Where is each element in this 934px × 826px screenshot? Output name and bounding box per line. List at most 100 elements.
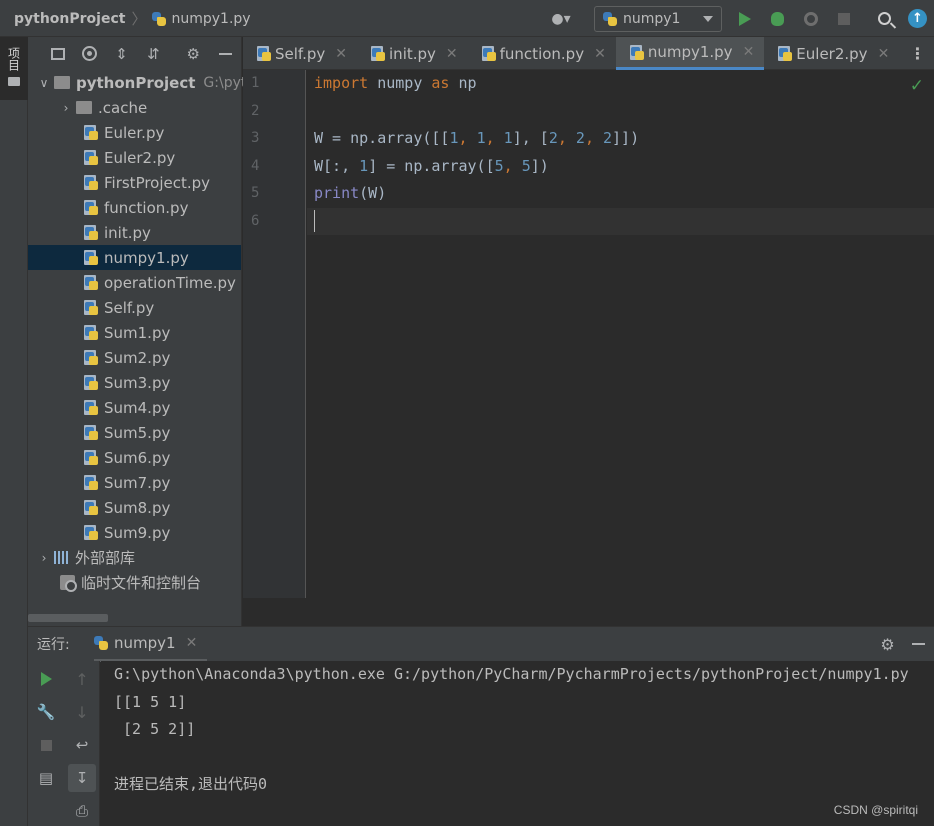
number-token: 2 <box>548 129 558 147</box>
editor-tab-label: Euler2.py <box>796 44 868 63</box>
horizontal-scrollbar[interactable] <box>28 614 108 622</box>
locate-file-button[interactable] <box>74 37 106 70</box>
layout-button[interactable]: ▤ <box>32 764 60 792</box>
code-editor[interactable]: import numpy as np W = np.array([[1, 1, … <box>307 70 934 598</box>
tree-file-item[interactable]: Sum8.py <box>28 495 241 520</box>
chevron-down-icon[interactable]: ∨ <box>34 76 54 90</box>
python-icon <box>603 11 617 26</box>
run-toolbar-col-2: ↑ ↓ ↩ ↧ ⎙ <box>64 665 100 826</box>
breadcrumb-file[interactable]: numpy1.py <box>152 11 251 27</box>
python-file-icon <box>84 475 98 490</box>
soft-wrap-button[interactable]: ↩ <box>68 731 96 759</box>
tree-file-item[interactable]: Sum6.py <box>28 445 241 470</box>
editor-tab[interactable]: init.py ✕ <box>357 37 468 70</box>
tree-file-item[interactable]: operationTime.py <box>28 270 241 295</box>
tree-file-item[interactable]: Sum9.py <box>28 520 241 545</box>
update-icon: ↑ <box>908 9 927 28</box>
print-button[interactable]: ⎙ <box>68 797 96 825</box>
more-tabs-icon[interactable]: ⋮ <box>901 37 934 69</box>
line-number: 5 <box>251 185 260 201</box>
editor-tab[interactable]: numpy1.py ✕ <box>615 37 765 70</box>
close-icon[interactable]: ✕ <box>743 44 755 60</box>
root-name: pythonProject <box>76 73 196 92</box>
tree-scratches[interactable]: 临时文件和控制台 <box>28 570 241 595</box>
collapse-all-button[interactable]: ⇵ <box>137 37 169 70</box>
stop-button[interactable] <box>827 0 860 37</box>
tree-file-item[interactable]: Sum7.py <box>28 470 241 495</box>
number-token: 1 <box>476 129 486 147</box>
python-file-icon <box>84 250 98 265</box>
python-icon <box>94 635 108 650</box>
tree-file-item[interactable]: numpy1.py <box>28 245 241 270</box>
search-button[interactable] <box>868 0 901 37</box>
tree-file-item[interactable]: function.py <box>28 195 241 220</box>
keyword-token: as <box>431 74 450 92</box>
tree-file-item[interactable]: FirstProject.py <box>28 170 241 195</box>
chevron-right-icon[interactable]: › <box>34 551 54 565</box>
toolbar-right: ●▾ numpy1 ↑ <box>542 0 934 37</box>
run-button[interactable] <box>728 0 761 37</box>
code-token: W[:, <box>314 156 360 175</box>
close-icon[interactable]: ✕ <box>446 46 458 62</box>
tree-file-item[interactable]: Sum2.py <box>28 345 241 370</box>
tree-file-item[interactable]: Sum3.py <box>28 370 241 395</box>
project-tool-tab[interactable]: 项目 <box>0 37 28 100</box>
expand-all-button[interactable]: ⇕ <box>106 37 138 70</box>
console-output-line: 进程已结束,退出代码0 <box>114 775 268 793</box>
no-problems-check-icon[interactable]: ✓ <box>910 76 924 96</box>
gear-icon: ⚙ <box>186 44 200 63</box>
user-icon[interactable]: ●▾ <box>542 0 580 37</box>
run-tab-label: numpy1 <box>114 633 176 652</box>
code-token: ] = np.array([ <box>368 156 495 175</box>
close-icon[interactable]: ✕ <box>186 635 198 651</box>
rerun-button[interactable] <box>32 665 60 693</box>
number-token: 2 <box>603 129 613 147</box>
tree-file-item[interactable]: init.py <box>28 220 241 245</box>
tree-file-item[interactable]: Sum4.py <box>28 395 241 420</box>
scroll-up-button[interactable]: ↑ <box>68 665 96 693</box>
tree-file-item[interactable]: Self.py <box>28 295 241 320</box>
tree-root[interactable]: ∨ pythonProject G:\pyt <box>28 70 247 95</box>
number-token: 1 <box>449 129 459 147</box>
file-name: Self.py <box>104 298 155 317</box>
tree-file-item[interactable]: Sum5.py <box>28 420 241 445</box>
scroll-to-end-button[interactable]: ↧ <box>68 764 96 792</box>
stop-icon <box>40 739 52 751</box>
tree-file-item[interactable]: Euler.py <box>28 120 241 145</box>
run-console[interactable]: G:\python\Anaconda3\python.exe G:/python… <box>101 661 934 826</box>
debug-button[interactable] <box>761 0 794 37</box>
settings-button[interactable]: ⚙ <box>177 37 209 70</box>
file-name: Sum5.py <box>104 423 171 442</box>
python-file-icon <box>84 200 98 215</box>
editor-tab[interactable]: Self.py ✕ <box>243 37 357 70</box>
line-number: 1 <box>251 75 260 91</box>
tree-file-item[interactable]: Euler2.py <box>28 145 241 170</box>
scroll-down-button[interactable]: ↓ <box>68 698 96 726</box>
close-icon[interactable]: ✕ <box>335 46 347 62</box>
run-config-label: numpy1 <box>623 10 681 27</box>
close-icon[interactable]: ✕ <box>594 46 606 62</box>
chevron-right-icon[interactable]: › <box>56 101 76 115</box>
select-opened-file-button[interactable] <box>42 37 74 70</box>
coverage-button[interactable] <box>794 0 827 37</box>
breadcrumb-project[interactable]: pythonProject <box>14 11 125 27</box>
tree-external-libraries[interactable]: › 外部部库 <box>28 545 241 570</box>
stop-icon <box>837 12 850 25</box>
run-config-selector[interactable]: numpy1 <box>594 5 722 32</box>
editor-tab[interactable]: Euler2.py ✕ <box>764 37 899 70</box>
update-button[interactable]: ↑ <box>901 0 934 37</box>
hide-panel-button[interactable] <box>209 37 241 70</box>
stop-run-button[interactable] <box>32 731 60 759</box>
python-file-icon <box>84 500 98 515</box>
tree-file-item[interactable]: Sum1.py <box>28 320 241 345</box>
run-tab[interactable]: numpy1 ✕ <box>94 627 208 662</box>
close-icon[interactable]: ✕ <box>878 46 890 62</box>
tree-folder-cache[interactable]: › .cache <box>28 95 241 120</box>
run-settings-button[interactable]: ⚙ <box>872 627 903 662</box>
editor-tab[interactable]: function.py ✕ <box>468 37 616 70</box>
coverage-icon <box>803 11 818 26</box>
edit-config-button[interactable]: 🔧 <box>32 698 60 726</box>
root-path: G:\pyt <box>203 74 247 91</box>
run-hide-button[interactable] <box>903 627 934 662</box>
target-icon <box>82 46 98 61</box>
